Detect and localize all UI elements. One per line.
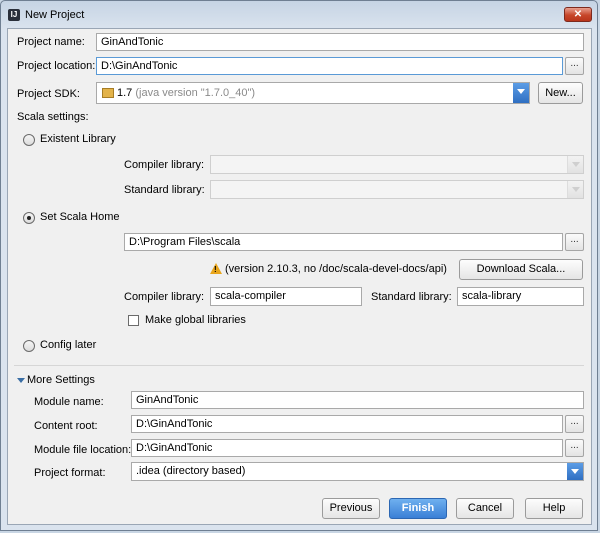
make-global-libraries-checkbox[interactable] xyxy=(128,315,139,326)
project-format-label: Project format: xyxy=(34,467,106,479)
module-name-input[interactable]: GinAndTonic xyxy=(131,391,584,409)
existent-compiler-library-select xyxy=(210,155,584,174)
project-sdk-label: Project SDK: xyxy=(17,88,80,100)
cancel-button[interactable]: Cancel xyxy=(456,498,514,519)
make-global-libraries-label[interactable]: Make global libraries xyxy=(145,314,246,326)
existent-compiler-library-label: Compiler library: xyxy=(124,159,205,171)
content-root-input[interactable]: D:\GinAndTonic xyxy=(131,415,563,433)
content-root-label: Content root: xyxy=(34,420,98,432)
existent-library-radio[interactable] xyxy=(23,134,35,146)
scala-home-path-input[interactable]: D:\Program Files\scala xyxy=(124,233,563,251)
sdk-folder-icon xyxy=(102,88,114,98)
sdk-version: 1.7 xyxy=(117,87,133,99)
set-scala-home-label[interactable]: Set Scala Home xyxy=(40,211,119,223)
new-project-dialog: IJ New Project ✕ Project name: GinAndTon… xyxy=(0,0,598,531)
sdk-detail: (java version "1.7.0_40") xyxy=(135,87,256,99)
project-format-select[interactable]: .idea (directory based) xyxy=(131,462,584,481)
dialog-content: Project name: GinAndTonic Project locati… xyxy=(7,28,592,525)
intellij-app-icon: IJ xyxy=(8,9,20,21)
compiler-library-input[interactable]: scala-compiler xyxy=(210,287,362,306)
standard-library-label: Standard library: xyxy=(371,291,452,303)
existent-standard-library-label: Standard library: xyxy=(124,184,205,196)
chevron-down-icon[interactable] xyxy=(513,83,529,103)
previous-button[interactable]: Previous xyxy=(322,498,380,519)
title-bar[interactable]: IJ New Project ✕ xyxy=(1,1,597,29)
module-file-location-browse-button[interactable]: ... xyxy=(565,439,584,457)
content-root-browse-button[interactable]: ... xyxy=(565,415,584,433)
download-scala-button[interactable]: Download Scala... xyxy=(459,259,583,280)
project-location-browse-button[interactable]: ... xyxy=(565,57,584,75)
standard-library-input[interactable]: scala-library xyxy=(457,287,584,306)
scala-settings-label: Scala settings: xyxy=(17,111,89,123)
config-later-radio[interactable] xyxy=(23,340,35,352)
window-title: New Project xyxy=(25,9,85,21)
chevron-down-icon[interactable] xyxy=(567,463,583,480)
chevron-down-icon xyxy=(567,181,583,198)
sdk-new-button[interactable]: New... xyxy=(538,82,583,104)
close-button[interactable]: ✕ xyxy=(564,7,592,22)
project-name-input[interactable]: GinAndTonic xyxy=(96,33,584,51)
chevron-down-icon xyxy=(567,156,583,173)
existent-library-label[interactable]: Existent Library xyxy=(40,133,116,145)
help-button[interactable]: Help xyxy=(525,498,583,519)
finish-button[interactable]: Finish xyxy=(389,498,447,519)
project-format-value: .idea (directory based) xyxy=(136,465,246,477)
more-settings-toggle[interactable]: More Settings xyxy=(27,374,95,386)
project-name-label: Project name: xyxy=(17,36,85,48)
project-sdk-select[interactable]: 1.7 (java version "1.7.0_40") xyxy=(96,82,530,104)
config-later-label[interactable]: Config later xyxy=(40,339,96,351)
set-scala-home-radio[interactable] xyxy=(23,212,35,224)
project-location-input[interactable]: D:\GinAndTonic xyxy=(96,57,563,75)
section-divider xyxy=(14,365,584,366)
warning-icon: ! xyxy=(210,263,222,274)
scala-version-warning: (version 2.10.3, no /doc/scala-devel-doc… xyxy=(225,263,447,275)
project-location-label: Project location: xyxy=(17,60,96,72)
collapse-triangle-icon[interactable] xyxy=(17,378,25,383)
module-name-label: Module name: xyxy=(34,396,104,408)
existent-standard-library-select xyxy=(210,180,584,199)
scala-home-browse-button[interactable]: ... xyxy=(565,233,584,251)
module-file-location-label: Module file location: xyxy=(34,444,132,456)
module-file-location-input[interactable]: D:\GinAndTonic xyxy=(131,439,563,457)
compiler-library-label: Compiler library: xyxy=(124,291,205,303)
